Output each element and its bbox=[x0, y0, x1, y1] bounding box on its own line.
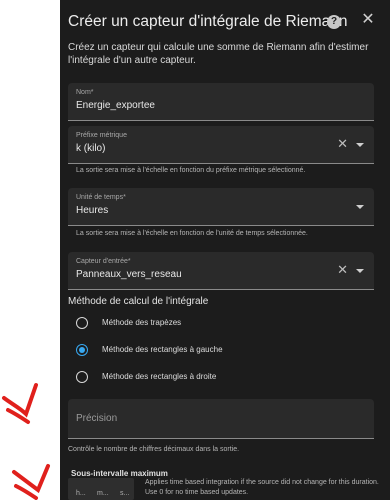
time-unit-label: Unité de temps* bbox=[76, 194, 126, 201]
max-sub-interval-helper: Applies time based integration if the so… bbox=[145, 479, 379, 496]
input-sensor-value: Panneaux_vers_reseau bbox=[76, 269, 182, 280]
red-arrow-annotation-upper bbox=[2, 383, 38, 424]
metric-prefix-value: k (kilo) bbox=[76, 143, 106, 154]
radio-button-checked[interactable] bbox=[76, 344, 88, 356]
chevron-down-icon[interactable] bbox=[356, 205, 364, 209]
time-unit-select[interactable]: Unité de temps* Heures bbox=[68, 188, 374, 226]
radio-label[interactable]: Méthode des rectangles à gauche bbox=[102, 345, 223, 354]
hours-field[interactable]: h... bbox=[76, 490, 86, 497]
dialog-title: Créer un capteur d'intégrale de Riemann bbox=[68, 13, 348, 30]
create-riemann-sensor-dialog: Créer un capteur d'intégrale de Riemann … bbox=[60, 0, 390, 500]
radio-label[interactable]: Méthode des trapèzes bbox=[102, 318, 181, 327]
name-field-label: Nom* bbox=[76, 89, 94, 96]
time-unit-helper: La sortie sera mise à l'échelle en fonct… bbox=[76, 230, 308, 237]
metric-prefix-select[interactable]: Préfixe métrique k (kilo) ✕ bbox=[68, 126, 374, 164]
name-field[interactable]: Nom* Energie_exportee bbox=[68, 83, 374, 121]
minutes-field[interactable]: m... bbox=[97, 490, 109, 497]
red-arrow-annotation-lower bbox=[12, 464, 50, 500]
radio-label[interactable]: Méthode des rectangles à droite bbox=[102, 372, 216, 381]
chevron-down-icon[interactable] bbox=[356, 269, 364, 273]
chevron-down-icon[interactable] bbox=[356, 143, 364, 147]
close-icon[interactable]: ✕ bbox=[360, 12, 376, 28]
radio-button[interactable] bbox=[76, 317, 88, 329]
metric-prefix-label: Préfixe métrique bbox=[76, 132, 127, 139]
seconds-field[interactable]: s... bbox=[120, 490, 129, 497]
input-sensor-label: Capteur d'entrée* bbox=[76, 258, 131, 265]
precision-input[interactable]: Précision bbox=[68, 399, 374, 439]
input-sensor-select[interactable]: Capteur d'entrée* Panneaux_vers_reseau ✕ bbox=[68, 252, 374, 290]
integration-method-title: Méthode de calcul de l'intégrale bbox=[68, 296, 209, 307]
radio-button[interactable] bbox=[76, 371, 88, 383]
metric-prefix-helper: La sortie sera mise à l'échelle en fonct… bbox=[76, 167, 306, 174]
dialog-description: Créez un capteur qui calcule une somme d… bbox=[68, 42, 369, 66]
precision-helper: Contrôle le nombre de chiffres décimaux … bbox=[68, 446, 240, 453]
clear-icon[interactable]: ✕ bbox=[337, 263, 348, 276]
help-icon[interactable]: ? bbox=[327, 15, 341, 29]
time-unit-value: Heures bbox=[76, 205, 109, 216]
max-sub-interval-duration-input[interactable]: h... m... s... bbox=[68, 478, 134, 500]
max-sub-interval-title: Sous-intervalle maximum bbox=[71, 469, 168, 478]
precision-placeholder: Précision bbox=[76, 413, 118, 424]
name-field-value[interactable]: Energie_exportee bbox=[76, 100, 155, 111]
background-area bbox=[0, 0, 60, 500]
clear-icon[interactable]: ✕ bbox=[337, 137, 348, 150]
